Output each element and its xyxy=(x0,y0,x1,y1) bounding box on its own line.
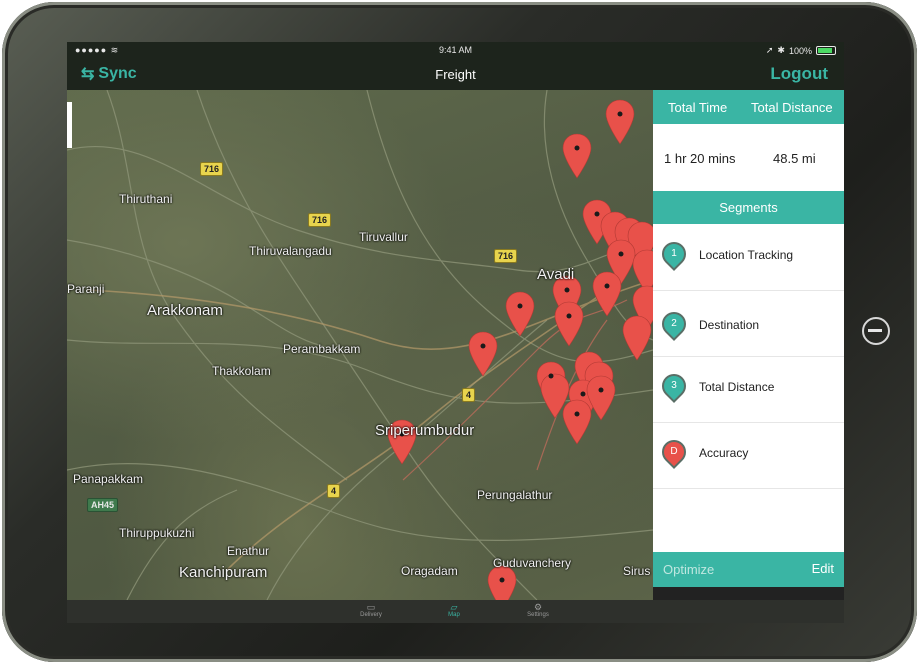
tab-settings[interactable]: ⚙ Settings xyxy=(508,602,568,618)
map-label-paranji: Paranji xyxy=(67,282,105,296)
highway-shield-ah45: AH45 xyxy=(87,498,119,512)
map-icon: ▱ xyxy=(450,602,458,612)
map-label-sirusi: Sirus xyxy=(623,564,651,578)
map-side-handle[interactable] xyxy=(67,102,72,148)
segment-label: Accuracy xyxy=(699,446,749,460)
tab-map[interactable]: ▱ Map xyxy=(424,602,484,618)
map-label-thiruvalangadu: Thiruvalangadu xyxy=(249,244,332,258)
map-label-oragadam: Oragadam xyxy=(401,564,458,578)
map-label-thakkolam: Thakkolam xyxy=(212,364,271,378)
map-label-tiruvallur: Tiruvallur xyxy=(359,230,408,244)
segment-item[interactable]: D Accuracy xyxy=(653,422,844,489)
map-label-panapakkam: Panapakkam xyxy=(73,472,144,486)
tab-label: Settings xyxy=(527,612,549,618)
map-label-sriperumbudur: Sriperumbudur xyxy=(375,422,475,439)
map-label-enathur: Enathur xyxy=(227,544,270,558)
map-label-avadi: Avadi xyxy=(537,266,575,283)
segment-item[interactable]: 2 Destination xyxy=(653,290,844,357)
total-time-heading: Total Time xyxy=(668,100,728,115)
segment-pin-icon: 2 xyxy=(657,307,691,341)
highway-shield-716-b: 716 xyxy=(308,213,332,227)
battery-icon xyxy=(816,46,836,55)
route-panel: Total Time Total Distance 1 hr 20 mins 4… xyxy=(653,90,844,587)
segments-header: Segments xyxy=(653,191,844,224)
summary-header: Total Time Total Distance xyxy=(653,90,844,124)
truck-icon: ▭ xyxy=(366,602,376,612)
battery-percent: 100% xyxy=(788,45,812,56)
map-label-thiruthani: Thiruthani xyxy=(119,192,173,206)
navigation-bar: ⇆ Sync Freight Logout xyxy=(67,58,844,90)
map-label-guduvanchery: Guduvanchery xyxy=(493,556,572,570)
total-time-value: 1 hr 20 mins xyxy=(664,151,736,166)
highway-shield-716-a: 716 xyxy=(200,162,224,176)
highway-shield-4-a: 4 xyxy=(462,388,476,402)
app-screen: ●●●●● ≋ 9:41 AM ➚ ✱ 100% ⇆ Sync Freight … xyxy=(67,42,844,623)
tab-delivery[interactable]: ▭ Delivery xyxy=(341,602,401,618)
tab-label: Map xyxy=(448,612,460,618)
segment-pin-icon: D xyxy=(657,435,691,469)
page-title: Freight xyxy=(435,67,476,82)
home-button[interactable] xyxy=(862,317,890,345)
segment-item[interactable]: 3 Total Distance xyxy=(653,356,844,423)
segment-item[interactable]: 1 Location Tracking xyxy=(653,224,844,291)
location-icon: ➚ xyxy=(765,45,774,55)
gear-icon: ⚙ xyxy=(533,602,543,612)
logout-button[interactable]: Logout xyxy=(770,64,828,84)
panel-footer: Optimize Edit xyxy=(653,552,844,587)
map-label-arakkonam: Arakkonam xyxy=(147,302,223,319)
map-view[interactable]: Thiruthani Thiruvalangadu Tiruvallur Par… xyxy=(67,90,653,600)
status-right: ➚ ✱ 100% xyxy=(766,45,836,56)
tab-bar: ▭ Delivery ▱ Map ⚙ Settings xyxy=(67,600,844,623)
segment-label: Total Distance xyxy=(699,380,775,394)
segment-pin-icon: 3 xyxy=(657,369,691,403)
status-time: 9:41 AM xyxy=(438,45,473,55)
segment-label: Destination xyxy=(699,318,760,332)
bluetooth-icon: ✱ xyxy=(777,45,785,55)
map-label-perambakkam: Perambakkam xyxy=(283,342,361,356)
highway-shield-716-c: 716 xyxy=(494,249,518,263)
highway-shield-4-b: 4 xyxy=(327,484,341,498)
optimize-button[interactable]: Optimize xyxy=(663,562,714,577)
status-bar: ●●●●● ≋ 9:41 AM ➚ ✱ 100% xyxy=(67,42,844,58)
map-label-thiruppukuzhi: Thiruppukuzhi xyxy=(119,526,195,540)
edit-button[interactable]: Edit xyxy=(812,561,834,576)
segment-label: Location Tracking xyxy=(699,248,794,262)
tab-label: Delivery xyxy=(360,612,382,618)
total-distance-heading: Total Distance xyxy=(751,100,833,115)
map-label-kanchipuram: Kanchipuram xyxy=(179,564,268,581)
segment-pin-icon: 1 xyxy=(657,237,691,271)
map-label-perungalathur: Perungalathur xyxy=(477,488,553,502)
total-distance-value: 48.5 mi xyxy=(773,151,816,166)
